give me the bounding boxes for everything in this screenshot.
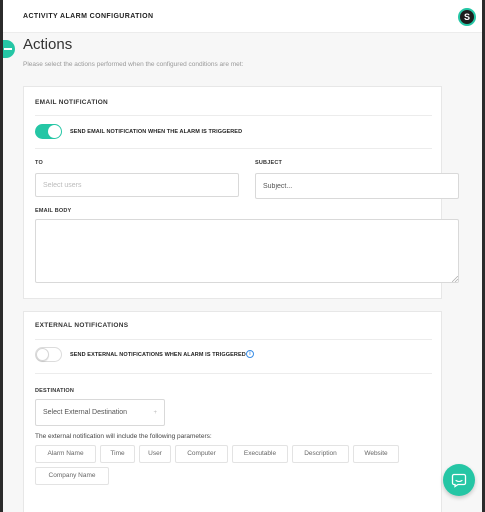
user-avatar[interactable]: S bbox=[458, 8, 476, 26]
email-section-title: EMAIL NOTIFICATION bbox=[35, 99, 109, 106]
toggle-knob bbox=[48, 125, 61, 138]
collapse-handle-icon[interactable] bbox=[3, 40, 15, 58]
param-chip: Company Name bbox=[35, 467, 109, 485]
params-intro-text: The external notification will include t… bbox=[35, 433, 212, 440]
external-notifications-card: EXTERNAL NOTIFICATIONS SEND EXTERNAL NOT… bbox=[23, 311, 442, 512]
param-chip: User bbox=[139, 445, 171, 463]
page-subtitle: Please select the actions performed when… bbox=[23, 61, 244, 68]
param-chip: Description bbox=[292, 445, 349, 463]
info-icon[interactable]: i bbox=[246, 350, 254, 358]
divider bbox=[35, 148, 432, 149]
destination-select[interactable]: Select External Destination + bbox=[35, 399, 165, 426]
resize-grip-icon[interactable] bbox=[452, 276, 458, 282]
chat-icon bbox=[451, 473, 467, 488]
dropdown-caret-icon: + bbox=[153, 410, 157, 416]
subject-label: SUBJECT bbox=[255, 160, 283, 166]
page-title: Actions bbox=[23, 36, 73, 53]
external-notification-toggle[interactable] bbox=[35, 347, 62, 362]
param-chip: Website bbox=[353, 445, 399, 463]
window-frame: ACTIVITY ALARM CONFIGURATION S Actions P… bbox=[0, 0, 485, 512]
to-label: TO bbox=[35, 160, 43, 166]
page: ACTIVITY ALARM CONFIGURATION S Actions P… bbox=[3, 0, 482, 512]
external-toggle-label: SEND EXTERNAL NOTIFICATIONS WHEN ALARM I… bbox=[70, 352, 246, 358]
external-section-title: EXTERNAL NOTIFICATIONS bbox=[35, 322, 129, 329]
email-toggle-label: SEND EMAIL NOTIFICATION WHEN THE ALARM I… bbox=[70, 129, 243, 135]
destination-select-value: Select External Destination bbox=[43, 409, 128, 416]
subject-input[interactable] bbox=[255, 173, 459, 199]
toggle-knob bbox=[36, 348, 49, 361]
divider bbox=[35, 339, 432, 340]
header-bar: ACTIVITY ALARM CONFIGURATION S bbox=[3, 0, 482, 33]
email-body-textarea[interactable] bbox=[35, 219, 459, 283]
email-notification-toggle[interactable] bbox=[35, 124, 62, 139]
param-chip: Computer bbox=[175, 445, 228, 463]
divider bbox=[35, 115, 432, 116]
param-chip: Time bbox=[100, 445, 135, 463]
to-users-input[interactable] bbox=[35, 173, 239, 197]
email-notification-card: EMAIL NOTIFICATION SEND EMAIL NOTIFICATI… bbox=[23, 86, 459, 299]
param-chip: Executable bbox=[232, 445, 288, 463]
header-title: ACTIVITY ALARM CONFIGURATION bbox=[23, 13, 154, 20]
destination-label: DESTINATION bbox=[35, 388, 75, 394]
divider bbox=[35, 373, 432, 374]
param-chip: Alarm Name bbox=[35, 445, 96, 463]
email-body-label: EMAIL BODY bbox=[35, 208, 72, 214]
chat-support-button[interactable] bbox=[443, 464, 475, 496]
